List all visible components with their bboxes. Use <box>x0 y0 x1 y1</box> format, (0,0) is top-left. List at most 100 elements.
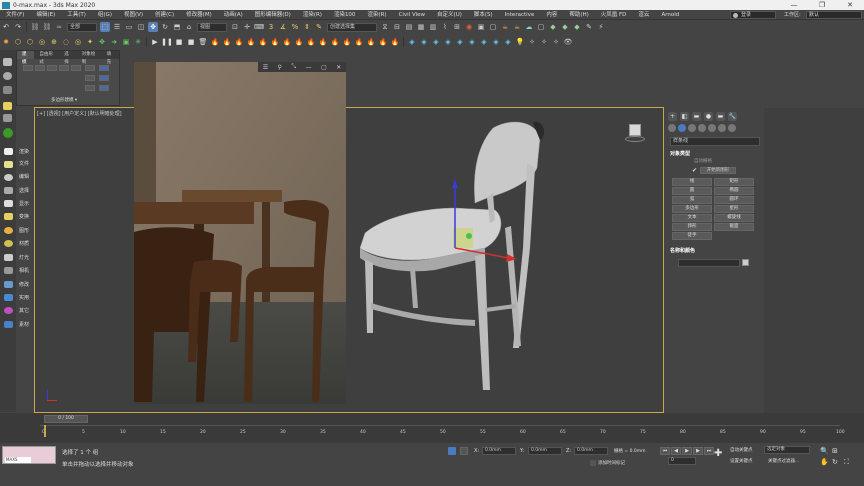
pan-icon[interactable]: ✋ <box>820 458 829 466</box>
snap-e-icon[interactable]: ◌ <box>61 37 71 47</box>
curve-editor-icon[interactable]: ⌇ <box>440 22 450 32</box>
flame-13-icon[interactable]: 🔥 <box>354 37 364 47</box>
link-icon[interactable]: ⛓ <box>30 22 40 32</box>
ribbon-button[interactable] <box>99 85 109 91</box>
login-dropdown[interactable]: 登录 <box>730 11 776 19</box>
expand-icon[interactable]: ⤡ <box>291 63 296 71</box>
menu-arnold[interactable]: Arnold <box>655 10 685 20</box>
absolute-mode-icon[interactable] <box>460 447 468 455</box>
menu-rendering-2[interactable]: 渲染(R) <box>361 10 392 20</box>
current-frame-marker[interactable] <box>44 425 46 437</box>
menu-graph-editors[interactable]: 图形编辑器(D) <box>249 10 297 20</box>
goto-end-button[interactable]: ⏭ <box>704 447 714 455</box>
flame-10-icon[interactable]: 🔥 <box>318 37 328 47</box>
vray-a-icon[interactable]: ◈ <box>407 37 417 47</box>
menu-content[interactable]: 内容 <box>540 10 563 20</box>
flame-5-icon[interactable]: 🔥 <box>258 37 268 47</box>
tool-e-icon[interactable]: ⚡ <box>596 22 606 32</box>
key-mode-icon[interactable]: ✚ <box>714 449 724 459</box>
selection-filter-select[interactable]: 全部 <box>67 22 97 32</box>
text-button[interactable]: 文本 <box>672 214 712 222</box>
home-icon[interactable] <box>3 128 13 138</box>
flame-9-icon[interactable]: 🔥 <box>306 37 316 47</box>
menu-group[interactable]: 组(G) <box>92 10 118 20</box>
name-and-color-title[interactable]: 名称和颜色 <box>670 247 695 254</box>
edit-named-sel-icon[interactable]: ✎ <box>314 22 324 32</box>
menu-file[interactable]: 文件(F) <box>0 10 30 20</box>
angle-snap-icon[interactable]: ∡ <box>278 22 288 32</box>
maximize-icon[interactable]: ▢ <box>321 64 327 71</box>
record-icon[interactable]: ■ <box>186 37 196 47</box>
render-sun-icon[interactable]: ✹ <box>1 37 11 47</box>
section-button[interactable]: 截面 <box>714 223 754 231</box>
goto-start-button[interactable]: ⏮ <box>660 447 670 455</box>
ribbon-button[interactable] <box>47 65 57 71</box>
unlink-icon[interactable]: ⛓ <box>42 22 52 32</box>
flame-7-icon[interactable]: 🔥 <box>282 37 292 47</box>
vray-i-icon[interactable]: ◈ <box>503 37 513 47</box>
render-cloud-icon[interactable]: ☁ <box>524 22 534 32</box>
menu-renyun[interactable]: 渲云 <box>632 10 655 20</box>
modify-tab-icon[interactable]: ◧ <box>680 112 689 121</box>
sparkle-icon[interactable]: ✳ <box>133 37 143 47</box>
schematic-view-icon[interactable]: ⊞ <box>452 22 462 32</box>
ribbon-button[interactable] <box>85 65 95 71</box>
menu-civil-view[interactable]: Civil View <box>393 10 431 20</box>
strip-label-file[interactable]: 文件 <box>19 160 29 167</box>
time-slider[interactable]: 0 / 100 <box>44 415 88 423</box>
flame-3-icon[interactable]: 🔥 <box>234 37 244 47</box>
snap-g-icon[interactable]: ✦ <box>85 37 95 47</box>
strip-label-light[interactable]: 灯光 <box>19 254 29 261</box>
menu-render100[interactable]: 渲染100 <box>328 10 362 20</box>
tool-a-icon[interactable]: ◆ <box>548 22 558 32</box>
start-new-shape-checkbox[interactable]: ✔ <box>692 167 697 174</box>
strip-label-assets[interactable]: 素材 <box>19 321 29 328</box>
eye-icon[interactable]: 👁 <box>563 37 573 47</box>
rectangle-button[interactable]: 矩形 <box>714 178 754 186</box>
named-selection-set-select[interactable]: 创建选择集 <box>327 22 377 32</box>
tool-c-icon[interactable]: ◆ <box>572 22 582 32</box>
mirror-icon[interactable]: ⧖ <box>380 22 390 32</box>
menu-edit[interactable]: 编辑(E) <box>30 10 61 20</box>
vray-h-icon[interactable]: ◈ <box>491 37 501 47</box>
circle-button[interactable]: 圆 <box>672 187 712 195</box>
select-move-icon[interactable]: ✥ <box>148 22 158 32</box>
z-coord-input[interactable]: 0.0mm <box>574 447 608 455</box>
hierarchy-tab-icon[interactable]: ▬ <box>692 112 701 121</box>
motion-tab-icon[interactable]: ● <box>704 112 713 121</box>
bind-spacewarp-icon[interactable]: ≈ <box>54 22 64 32</box>
menu-icon[interactable]: ☰ <box>263 64 268 71</box>
next-frame-button[interactable]: ▶ <box>693 447 703 455</box>
snap-f-icon[interactable]: ◎ <box>73 37 83 47</box>
tab-object-paint[interactable]: 对象绘制 <box>77 51 102 65</box>
flame-11-icon[interactable]: 🔥 <box>330 37 340 47</box>
select-manipulate-icon[interactable]: ✛ <box>242 22 252 32</box>
tab-modeling[interactable]: 建模 <box>17 51 35 65</box>
flame-2-icon[interactable]: 🔥 <box>222 37 232 47</box>
align-icon[interactable]: ⊟ <box>392 22 402 32</box>
display-tab-icon[interactable]: ▬ <box>716 112 725 121</box>
snap-c-icon[interactable]: ◎ <box>37 37 47 47</box>
selected-object-select[interactable]: 选定对象 <box>764 446 810 454</box>
line-button[interactable]: 线 <box>672 178 712 186</box>
maxscript-listener[interactable]: MAXS <box>2 446 56 464</box>
arrow-icon[interactable] <box>3 86 12 94</box>
menu-fire-phoenix[interactable]: 火凤凰 FD <box>595 10 633 20</box>
arrow-icon[interactable]: ➜ <box>109 37 119 47</box>
select-scale-icon[interactable]: ⬒ <box>172 22 182 32</box>
zoom-all-icon[interactable]: ⊞ <box>832 447 838 455</box>
select-by-name-icon[interactable]: ☰ <box>112 22 122 32</box>
minimize-icon[interactable]: — <box>306 64 312 71</box>
spinner-snap-icon[interactable]: ⇕ <box>302 22 312 32</box>
arc-button[interactable]: 弧 <box>672 196 712 204</box>
maximize-button[interactable]: ❐ <box>808 0 836 10</box>
box-icon[interactable]: ▣ <box>121 37 131 47</box>
minimize-button[interactable]: — <box>780 0 808 10</box>
pause-icon[interactable]: ❚❚ <box>161 37 173 47</box>
menu-modifiers[interactable]: 修改器(M) <box>180 10 218 20</box>
shapes-icon[interactable] <box>678 124 686 132</box>
ribbon-button[interactable] <box>85 75 95 81</box>
snap-d-icon[interactable]: ⊕ <box>49 37 59 47</box>
toggle-scene-explorer-icon[interactable]: ▤ <box>404 22 414 32</box>
pivot-center-icon[interactable]: ⊡ <box>230 22 240 32</box>
